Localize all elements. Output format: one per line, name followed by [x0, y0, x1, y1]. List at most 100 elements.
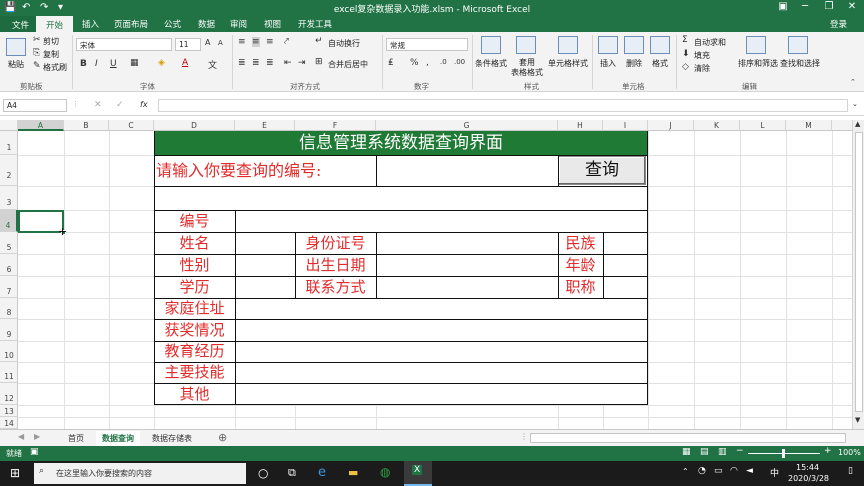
border-icon[interactable]: ▦	[130, 58, 139, 68]
decrease-font-icon[interactable]: A	[218, 39, 223, 47]
align-middle-icon[interactable]: ≡	[252, 37, 260, 47]
find-select-button[interactable]: 查找和选择	[780, 58, 820, 69]
vertical-scrollbar[interactable]: ▲ ▼	[852, 120, 864, 429]
volume-icon[interactable]: ◄	[746, 466, 753, 476]
tray-expand-icon[interactable]: ⌃	[682, 467, 689, 476]
clear-button[interactable]: 清除	[694, 63, 710, 74]
zoom-out-icon[interactable]: −	[736, 446, 744, 456]
row-header-cell[interactable]: 5	[0, 232, 18, 254]
percent-icon[interactable]: %	[410, 58, 419, 68]
restore-icon[interactable]: ❐	[820, 1, 838, 12]
formula-input[interactable]	[158, 99, 848, 112]
fill-color-icon[interactable]: ◈	[158, 58, 165, 68]
task-view-icon[interactable]: ⧉	[288, 466, 296, 480]
number-format-select[interactable]: 常规	[386, 38, 468, 51]
query-button[interactable]: 查询	[558, 156, 646, 185]
row-header-cell[interactable]: 12	[0, 383, 18, 405]
page-break-view-icon[interactable]: ▥	[718, 447, 727, 457]
increase-indent-icon[interactable]: ⇥	[298, 58, 306, 68]
taskbar-search-box[interactable]: ⌕ 在这里输入你要搜索的内容	[34, 463, 246, 484]
scroll-down-icon[interactable]: ▼	[855, 416, 860, 424]
minimize-icon[interactable]: ─	[796, 1, 814, 12]
select-all-corner[interactable]	[0, 120, 18, 131]
row-header-cell[interactable]: 3	[0, 186, 18, 210]
name-box[interactable]: A4	[3, 99, 67, 112]
format-painter-button[interactable]: 格式刷	[43, 62, 67, 73]
column-header-cell[interactable]: J	[648, 120, 694, 131]
notification-icon[interactable]: ▯	[848, 466, 853, 476]
row-header-cell[interactable]: 10	[0, 341, 18, 362]
phonetic-icon[interactable]: 文	[208, 58, 217, 71]
comma-style-icon[interactable]: ,	[426, 58, 429, 68]
prev-sheet-icon[interactable]: ◀	[18, 432, 24, 441]
tab-insert[interactable]: 插入	[82, 18, 99, 30]
column-header-cell[interactable]: A	[18, 120, 64, 131]
scroll-thumb[interactable]	[855, 132, 863, 412]
column-header-cell[interactable]: C	[109, 120, 154, 131]
column-header-cell[interactable]: B	[64, 120, 109, 131]
autosum-button[interactable]: 自动求和	[694, 37, 726, 48]
format-cells-button[interactable]: 格式	[652, 58, 668, 69]
paste-button[interactable]: 粘贴	[8, 59, 24, 70]
paste-icon[interactable]	[6, 38, 26, 56]
wrap-text-button[interactable]: 自动换行	[328, 38, 360, 49]
align-right-icon[interactable]: ≣	[266, 58, 274, 68]
expand-formula-icon[interactable]: ⌄	[852, 100, 858, 108]
decrease-indent-icon[interactable]: ⇤	[284, 58, 292, 68]
column-header-cell[interactable]: E	[235, 120, 295, 131]
tab-split-icon[interactable]: ⋮	[520, 432, 528, 441]
italic-button[interactable]: I	[95, 59, 98, 69]
confirm-entry-icon[interactable]: ✓	[116, 100, 124, 110]
column-header-cell[interactable]: F	[295, 120, 376, 131]
zoom-level[interactable]: 100%	[838, 448, 861, 457]
decrease-decimal-icon[interactable]: .00	[454, 58, 465, 66]
underline-button[interactable]: U	[110, 59, 117, 69]
collapse-ribbon-icon[interactable]: ⌃	[850, 78, 856, 86]
align-left-icon[interactable]: ≣	[238, 58, 246, 68]
align-bottom-icon[interactable]: ≡	[266, 37, 274, 47]
query-id-input[interactable]	[376, 156, 558, 184]
tab-view[interactable]: 视图	[264, 18, 281, 30]
align-center-icon[interactable]: ≣	[252, 58, 260, 68]
macro-record-icon[interactable]: ▣	[30, 447, 39, 457]
conditional-format-button[interactable]: 条件格式	[475, 58, 507, 69]
tab-developer[interactable]: 开发工具	[298, 18, 332, 30]
excel-taskbar-button[interactable]: X	[404, 461, 432, 486]
cortana-icon[interactable]: ○	[258, 466, 268, 480]
file-explorer-icon[interactable]: ▬	[348, 466, 358, 479]
close-icon[interactable]: ✕	[843, 1, 861, 12]
row-header-cell[interactable]: 8	[0, 298, 18, 319]
browser-icon[interactable]: ◍	[380, 465, 390, 479]
column-header-cell[interactable]: L	[740, 120, 786, 131]
tab-formulas[interactable]: 公式	[164, 18, 181, 30]
zoom-in-icon[interactable]: +	[824, 446, 832, 456]
scroll-up-icon[interactable]: ▲	[855, 120, 860, 128]
sort-filter-button[interactable]: 排序和筛选	[738, 58, 778, 69]
page-layout-view-icon[interactable]: ▤	[700, 447, 709, 457]
column-header-cell[interactable]: G	[376, 120, 558, 131]
add-sheet-icon[interactable]: ⊕	[218, 431, 227, 444]
column-header-cell[interactable]: K	[694, 120, 740, 131]
tab-home[interactable]: 开始	[36, 16, 74, 32]
delete-cells-button[interactable]: 删除	[626, 58, 642, 69]
sheet-tab-home[interactable]: 首页	[62, 431, 90, 446]
network-icon[interactable]: ▭	[714, 466, 723, 476]
fill-button[interactable]: 填充	[694, 50, 710, 61]
windows-start-icon[interactable]: ⊞	[10, 466, 20, 480]
insert-function-button[interactable]: fx	[140, 100, 148, 109]
row-header-cell[interactable]: 1	[0, 131, 18, 155]
align-top-icon[interactable]: ≡	[238, 37, 246, 47]
font-size-select[interactable]: 11	[175, 38, 201, 51]
orientation-icon[interactable]: ⤤	[284, 37, 289, 47]
bold-button[interactable]: B	[80, 59, 87, 69]
next-sheet-icon[interactable]: ▶	[34, 432, 40, 441]
tab-file[interactable]: 文件	[0, 16, 42, 32]
ribbon-display-icon[interactable]: ▣	[774, 1, 792, 12]
column-header-cell[interactable]: D	[154, 120, 235, 131]
normal-view-icon[interactable]: ▦	[682, 447, 691, 457]
zoom-slider-thumb[interactable]	[782, 449, 785, 458]
font-color-icon[interactable]: A	[182, 58, 188, 68]
row-header-cell[interactable]: 9	[0, 319, 18, 341]
currency-icon[interactable]: ₤	[388, 58, 394, 68]
clock-time[interactable]: 15:44	[796, 463, 819, 472]
